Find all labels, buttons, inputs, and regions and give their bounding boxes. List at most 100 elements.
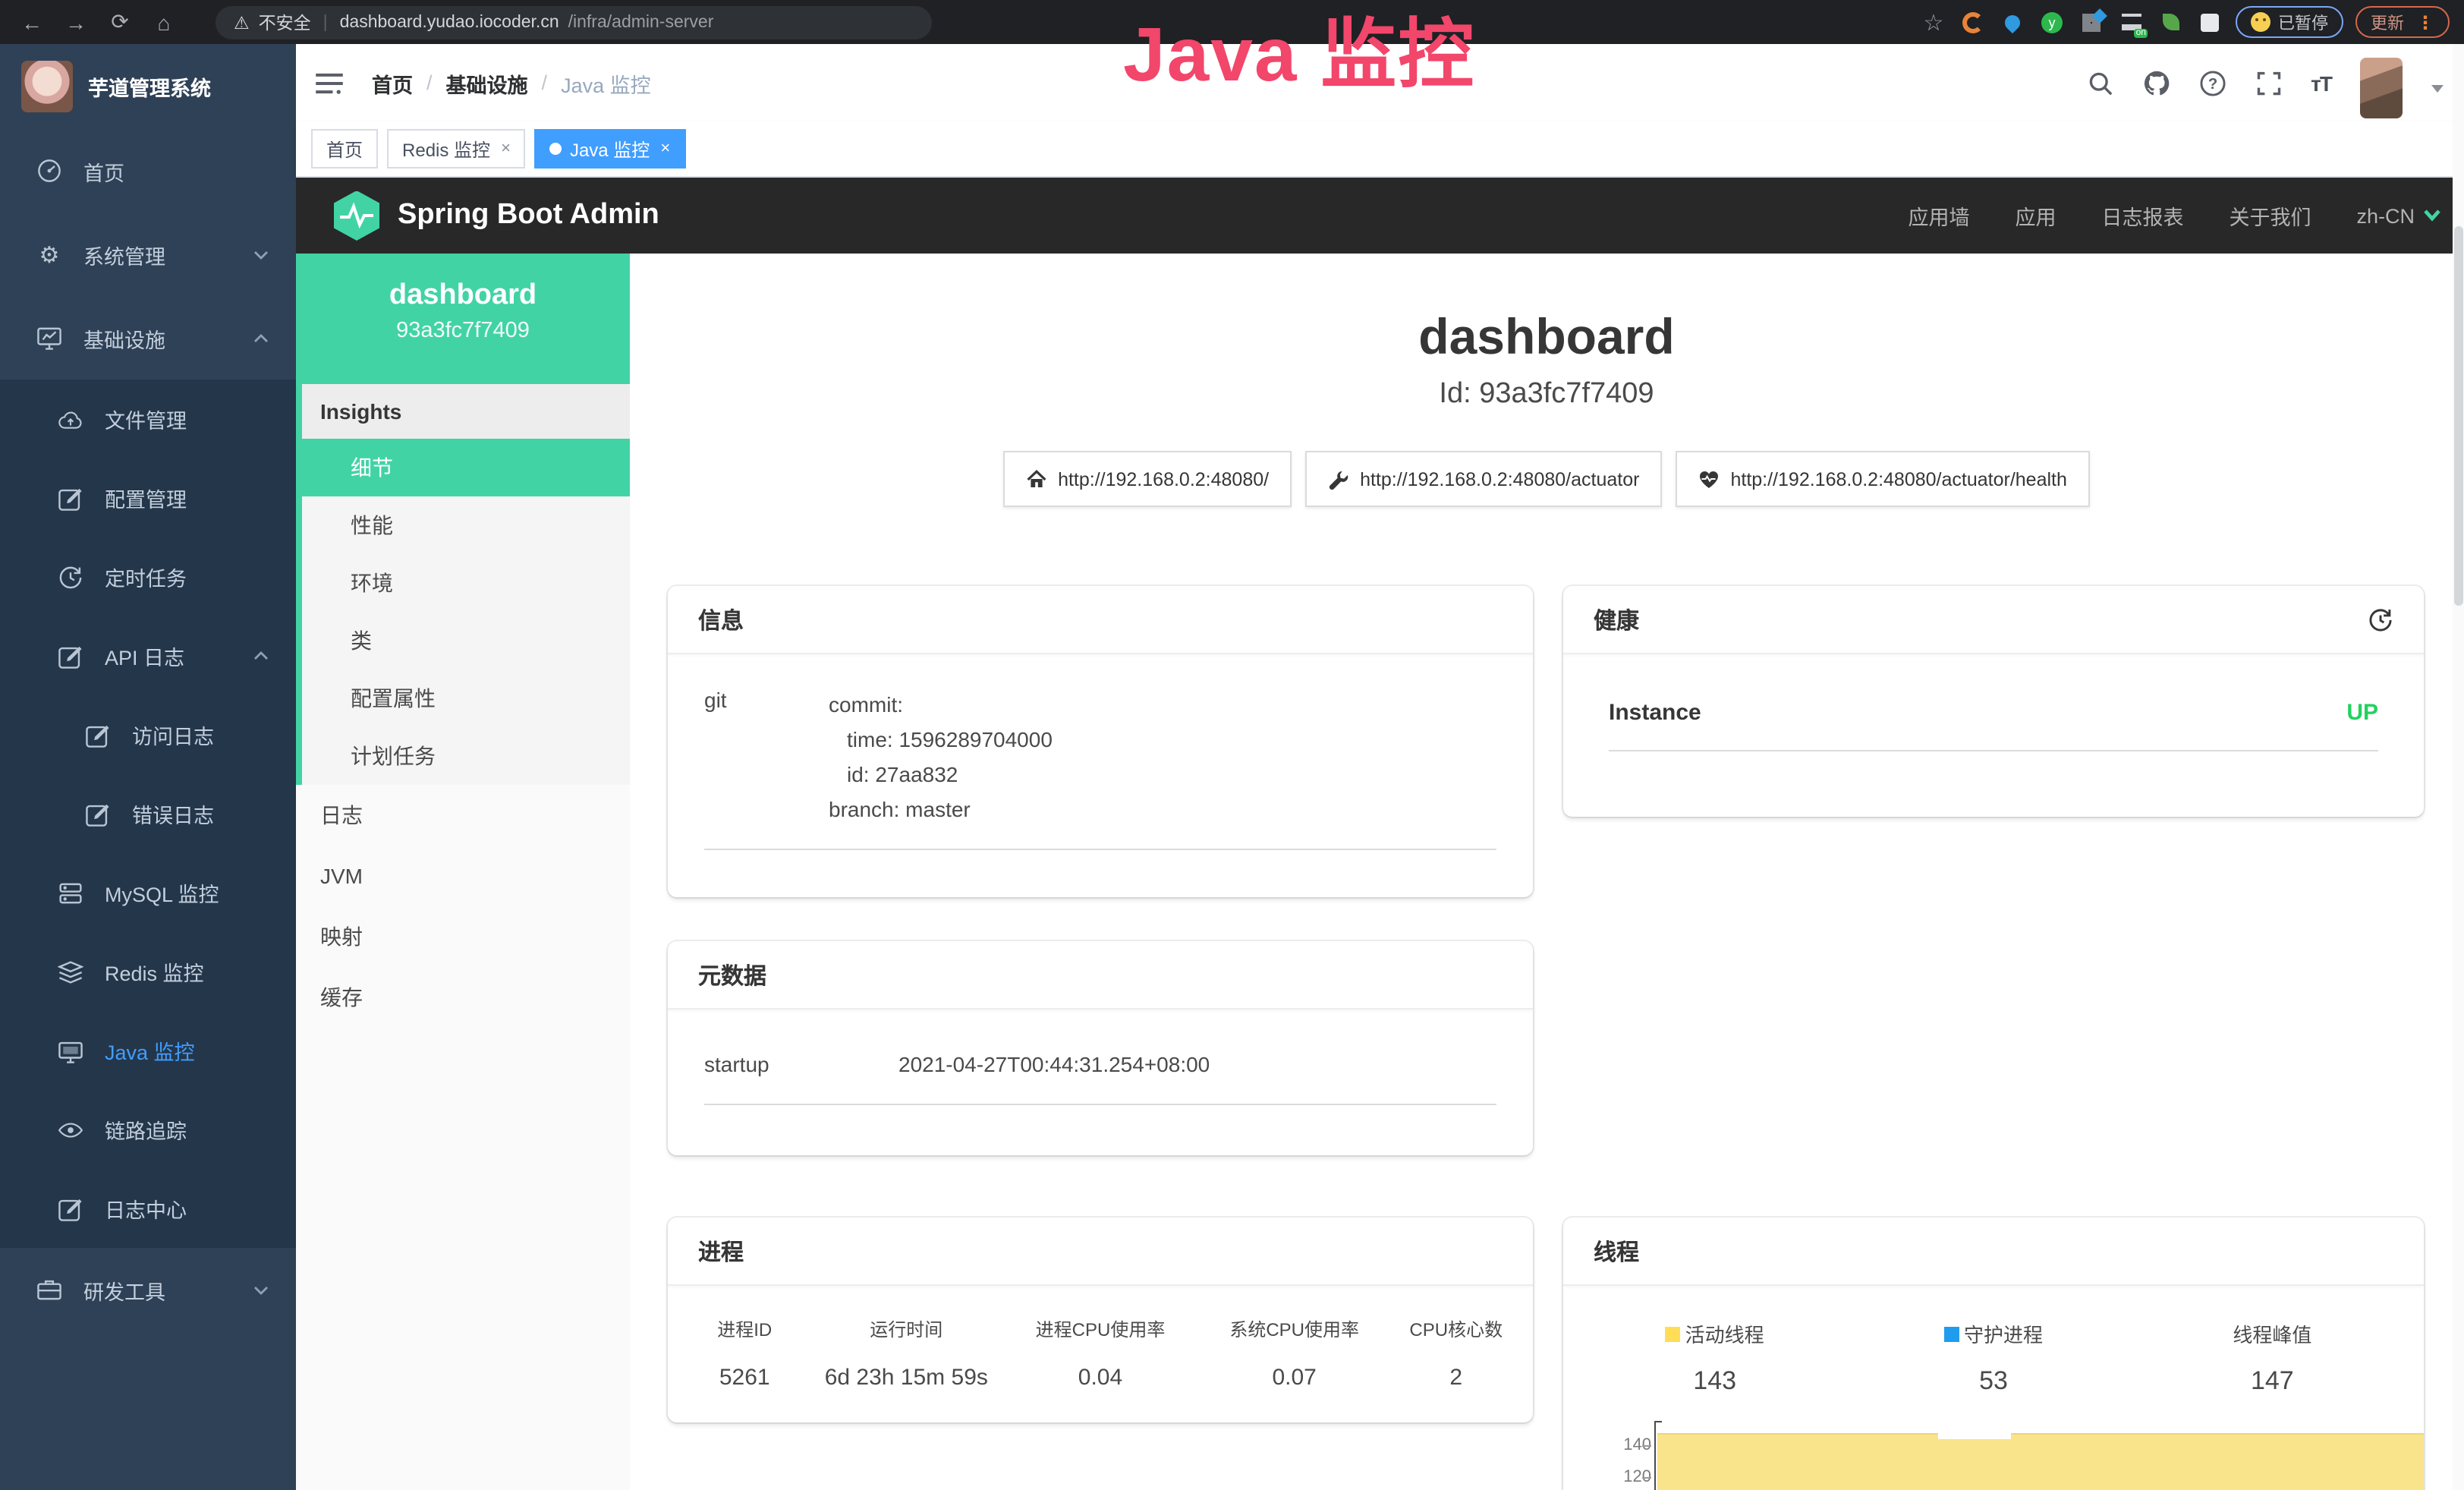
sidebar-item-scheduled-jobs[interactable]: 定时任务 — [0, 537, 296, 616]
page-scrollbar[interactable] — [2453, 44, 2464, 1490]
sidebar-item-home[interactable]: 首页 — [0, 129, 296, 213]
sba-menu-metrics[interactable]: 性能 — [302, 496, 630, 554]
threads-card-header: 线程 — [1563, 1218, 2424, 1286]
health-row-label: Instance — [1609, 700, 1701, 726]
extension-pin-icon[interactable] — [1999, 8, 2026, 36]
help-icon[interactable]: ? — [2198, 69, 2226, 96]
sidebar-item-error-logs[interactable]: 错误日志 — [0, 774, 296, 853]
sba-nav-about[interactable]: 关于我们 — [2229, 200, 2311, 231]
sba-nav: 应用墙 应用 日志报表 关于我们 zh-CN — [1908, 200, 2440, 231]
row-divider — [704, 1104, 1496, 1105]
sba-menu-jvm[interactable]: JVM — [296, 846, 630, 906]
browser-back-button[interactable]: ← — [15, 5, 49, 39]
sba-menu-config-props[interactable]: 配置属性 — [302, 669, 630, 727]
sba-menu-logs[interactable]: 日志 — [296, 785, 630, 846]
app-sidebar: 芋道管理系统 首页 ⚙ 系统管理 基础设施 文件管理 — [0, 44, 296, 1490]
edit-icon — [85, 801, 111, 827]
font-size-icon[interactable]: тT — [2311, 71, 2331, 95]
hamburger-icon[interactable] — [314, 71, 345, 95]
sidebar-item-system-management[interactable]: ⚙ 系统管理 — [0, 213, 296, 296]
sba-instance-header[interactable]: dashboard 93a3fc7f7409 — [296, 254, 630, 384]
extension-grid-icon[interactable] — [2078, 8, 2105, 36]
threads-card: 线程 活动线程 143 守护进程 53 — [1563, 1218, 2424, 1490]
sba-menu-scheduled-tasks[interactable]: 计划任务 — [302, 727, 630, 785]
browser-menu-icon[interactable]: ⋮ — [2416, 11, 2434, 33]
avatar-caret-icon[interactable] — [2431, 85, 2444, 93]
sidebar-item-mysql-monitor[interactable]: MySQL 监控 — [0, 853, 296, 932]
extension-sprout-icon[interactable] — [2157, 8, 2184, 36]
bookmark-star-icon[interactable]: ☆ — [1920, 8, 1947, 36]
app-logo-row[interactable]: 芋道管理系统 — [0, 44, 296, 129]
address-bar[interactable]: ⚠ 不安全 | dashboard.yudao.iocoder.cn/infra… — [216, 5, 932, 39]
warning-icon: ⚠ — [234, 11, 250, 33]
browser-forward-button[interactable]: → — [59, 5, 93, 39]
actuator-url-link[interactable]: http://192.168.0.2:48080/actuator — [1305, 451, 1662, 507]
infrastructure-submenu: 文件管理 配置管理 定时任务 API 日志 访问日志 — [0, 380, 296, 1248]
sidebar-item-tracing[interactable]: 链路追踪 — [0, 1090, 296, 1169]
sidebar-item-config-management[interactable]: 配置管理 — [0, 458, 296, 537]
sba-insights-group: Insights 细节 性能 环境 类 配置属性 计划任务 — [296, 384, 630, 785]
breadcrumb-infrastructure[interactable]: 基础设施 — [446, 68, 528, 98]
sidebar-item-access-logs[interactable]: 访问日志 — [0, 695, 296, 774]
dashboard-icon — [36, 158, 62, 184]
sba-menu-caches[interactable]: 缓存 — [296, 967, 630, 1028]
sba-nav-applications[interactable]: 应用 — [2015, 200, 2056, 231]
health-card: 健康 Instance UP — [1563, 586, 2424, 817]
sba-brand-title[interactable]: Spring Boot Admin — [398, 199, 659, 232]
extension-green-y-icon[interactable]: y — [2038, 8, 2066, 36]
history-icon[interactable] — [2368, 606, 2393, 632]
sidebar-item-dev-tools[interactable]: 研发工具 — [0, 1248, 296, 1331]
sba-locale-select[interactable]: zh-CN — [2356, 204, 2440, 227]
update-browser-button[interactable]: 更新 ⋮ — [2355, 6, 2450, 38]
user-avatar[interactable] — [2360, 57, 2403, 118]
sba-nav-journal[interactable]: 日志报表 — [2101, 200, 2183, 231]
sidebar-item-api-logs[interactable]: API 日志 — [0, 616, 296, 695]
sidebar-item-redis-monitor[interactable]: Redis 监控 — [0, 932, 296, 1011]
breadcrumb: 首页 / 基础设施 / Java 监控 — [372, 68, 651, 98]
sidebar-item-infrastructure[interactable]: 基础设施 — [0, 296, 296, 380]
sba-nav-wallboard[interactable]: 应用墙 — [1908, 200, 1969, 231]
spring-boot-admin-logo[interactable] — [334, 191, 379, 241]
breadcrumb-home[interactable]: 首页 — [372, 68, 413, 98]
close-icon[interactable]: × — [501, 140, 511, 158]
extensions-puzzle-icon[interactable] — [2196, 8, 2223, 36]
browser-home-button[interactable]: ⌂ — [147, 5, 181, 39]
sba-menu-mappings[interactable]: 映射 — [296, 906, 630, 967]
github-icon[interactable] — [2142, 69, 2170, 96]
search-icon[interactable] — [2086, 69, 2113, 96]
browser-reload-button[interactable]: ⟳ — [103, 5, 137, 39]
chevron-up-icon — [253, 330, 269, 345]
stat-live-threads: 活动线程 143 — [1575, 1319, 1854, 1397]
chevron-down-icon — [2424, 209, 2440, 222]
health-url-link[interactable]: http://192.168.0.2:48080/actuator/health — [1676, 451, 2089, 507]
fullscreen-icon[interactable] — [2255, 69, 2282, 96]
paused-badge[interactable]: 已暂停 — [2236, 6, 2343, 38]
tab-java-monitor[interactable]: Java 监控 × — [535, 129, 685, 169]
extension-onetab-icon[interactable]: on — [2117, 8, 2145, 36]
sba-menu-environment[interactable]: 环境 — [302, 554, 630, 612]
scrollbar-thumb[interactable] — [2454, 226, 2463, 606]
cards-right-column: 健康 Instance UP — [1563, 586, 2424, 1490]
row-divider — [704, 849, 1496, 850]
tab-home[interactable]: 首页 — [311, 129, 378, 169]
service-url-link[interactable]: http://192.168.0.2:48080/ — [1003, 451, 1292, 507]
health-instance-row[interactable]: Instance UP — [1563, 654, 2424, 726]
heartbeat-icon — [1698, 468, 1720, 490]
security-label[interactable]: 不安全 — [259, 10, 311, 34]
info-card-header: 信息 — [668, 586, 1533, 654]
history-icon — [58, 564, 83, 590]
sidebar-item-java-monitor[interactable]: Java 监控 — [0, 1011, 296, 1090]
sba-menu-details[interactable]: 细节 — [302, 439, 630, 496]
tab-redis-monitor[interactable]: Redis 监控 × — [387, 129, 526, 169]
close-icon[interactable]: × — [660, 140, 670, 158]
y-axis-tickmark — [1642, 1477, 1651, 1479]
extension-colorzilla-icon[interactable] — [1959, 8, 1987, 36]
sba-menu-classes[interactable]: 类 — [302, 612, 630, 669]
breadcrumb-current: Java 监控 — [561, 68, 651, 98]
browser-actions: ☆ y on 已暂停 更新 ⋮ — [1920, 6, 2450, 38]
sidebar-item-file-management[interactable]: 文件管理 — [0, 380, 296, 458]
sidebar-item-log-center[interactable]: 日志中心 — [0, 1169, 296, 1248]
cards-grid: 信息 git commit: time: 1596289704000 id: 2… — [668, 586, 2425, 1490]
gear-icon: ⚙ — [36, 241, 62, 267]
url-host: dashboard.yudao.iocoder.cn — [340, 13, 559, 31]
